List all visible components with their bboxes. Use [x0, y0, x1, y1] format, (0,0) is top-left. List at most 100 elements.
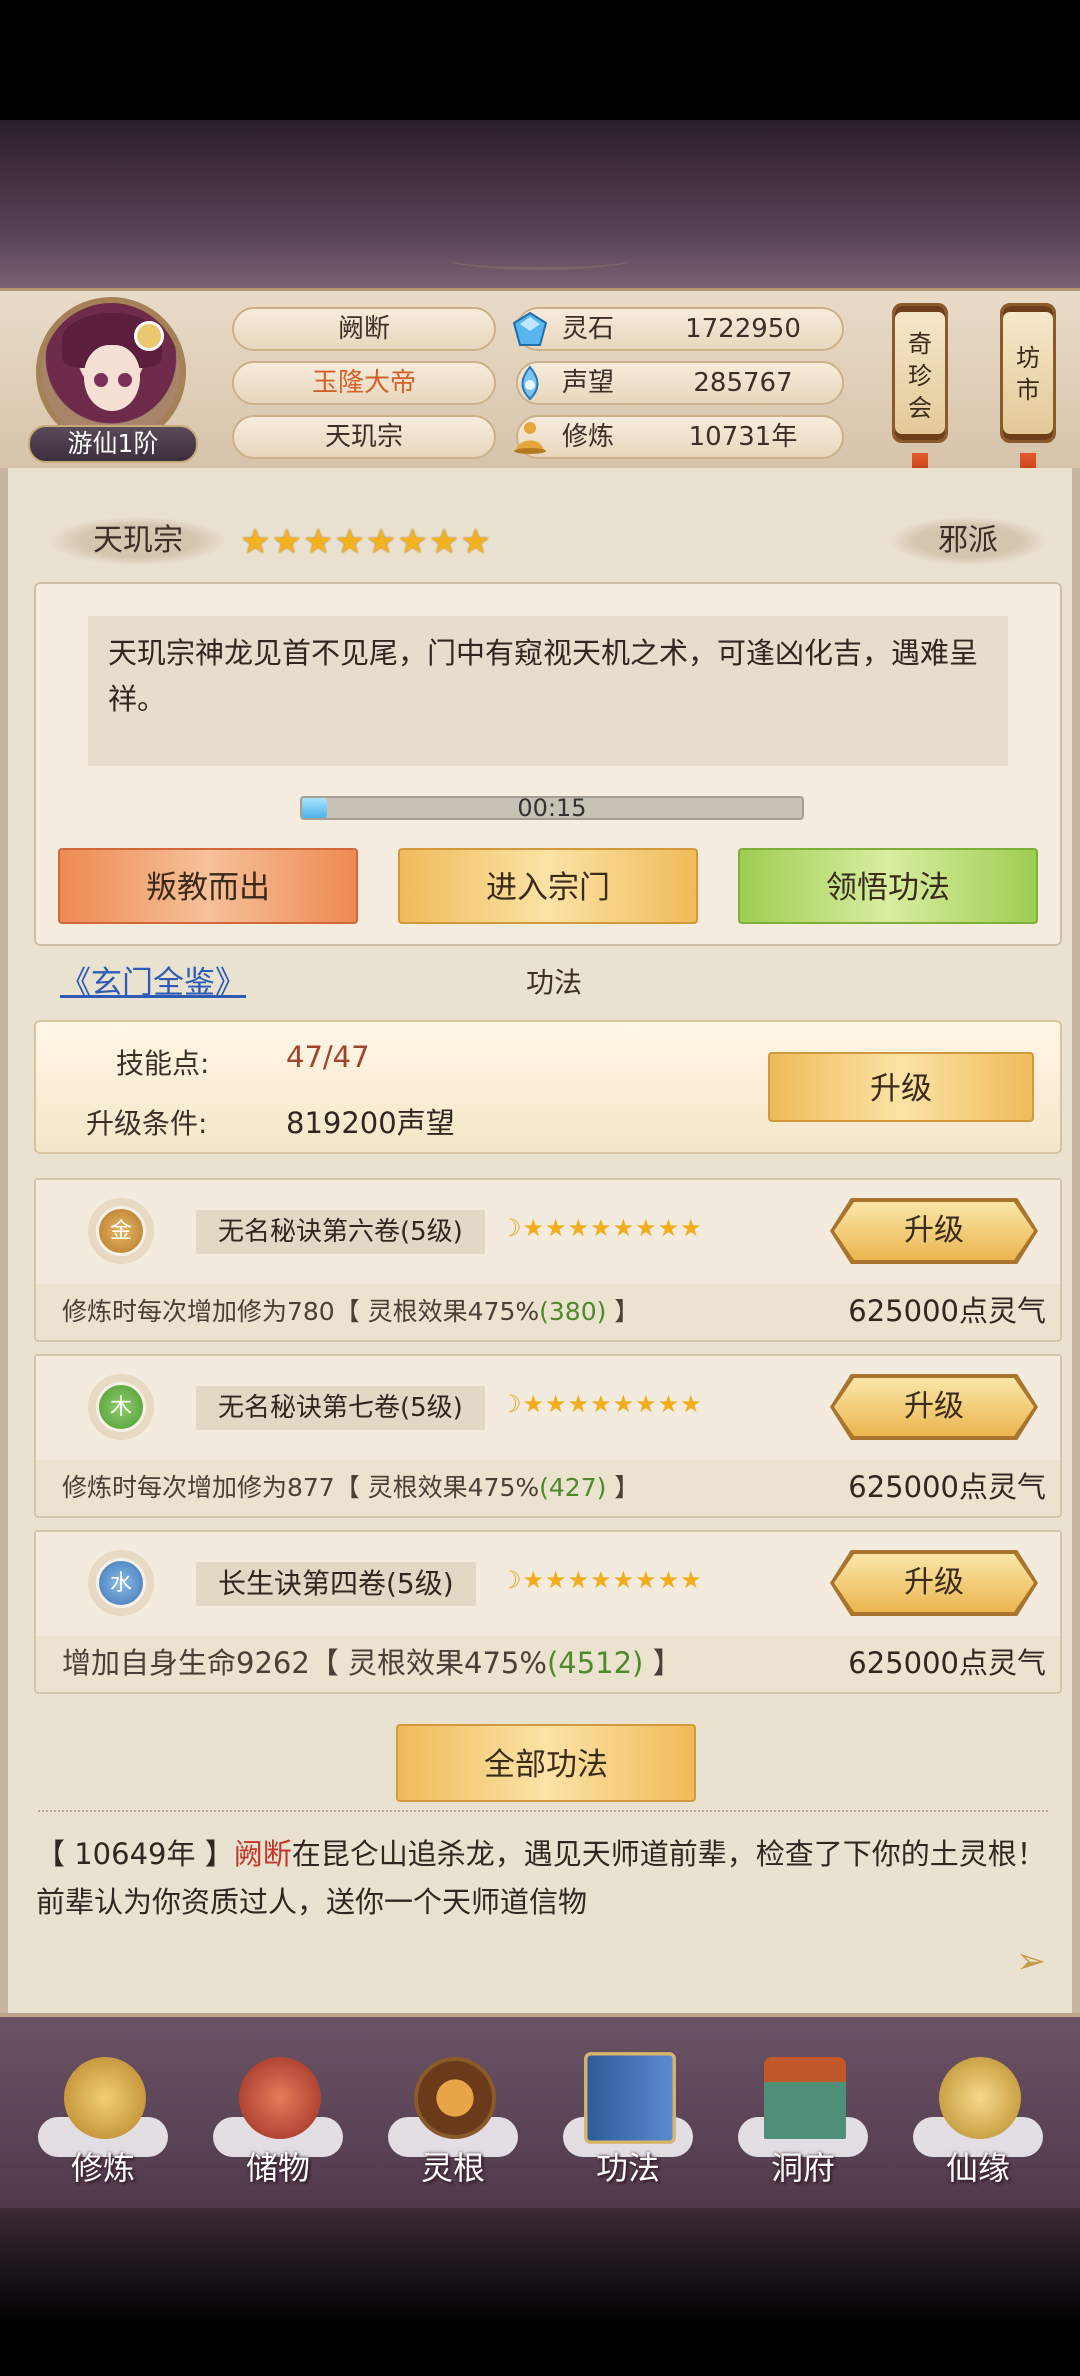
sect-alignment-tag: 邪派: [888, 516, 1048, 566]
skill-upgrade-button[interactable]: 升级: [834, 1378, 1034, 1436]
moon-icon: ☽: [500, 1214, 523, 1242]
sect-description-box: 天玑宗神龙见首不见尾，门中有窥视天机之术，可逢凶化吉，遇难呈祥。 00:15 叛…: [34, 582, 1062, 946]
skill-stars: ☽★★★★★★★★: [500, 1214, 703, 1242]
metal-element-icon: 金: [96, 1206, 146, 1256]
nav-cave-house[interactable]: 洞府: [728, 2057, 878, 2207]
skill-points-upgrade-button[interactable]: 升级: [768, 1052, 1034, 1122]
skill-points-label: 技能点:: [116, 1047, 210, 1080]
learn-skill-button[interactable]: 领悟功法: [738, 848, 1038, 924]
skill-card: 金 无名秘诀第六卷(5级) ☽★★★★★★★★ 升级 修炼时每次增加修为780【…: [34, 1178, 1062, 1342]
avatar-eye: [118, 373, 132, 387]
player-sect: 天玑宗: [232, 415, 496, 459]
skill-effect-bonus: (380): [539, 1297, 607, 1326]
sect-timer-progress: 00:15: [300, 794, 804, 822]
skill-book-icon: [584, 2052, 676, 2144]
log-player-name: 阙断: [233, 1837, 292, 1871]
skill-effect-text: 增加自身生命9262【 灵根效果475%: [62, 1646, 547, 1680]
timer-text: 00:15: [517, 794, 587, 822]
skill-name: 长生诀第四卷(5级): [196, 1562, 476, 1606]
upgrade-condition-label: 升级条件:: [86, 1107, 208, 1140]
resource-value: 10731年: [688, 422, 798, 452]
treasure-fair-label: 奇 珍 会: [908, 330, 932, 422]
moon-icon: ☽: [500, 1390, 523, 1418]
nav-skills[interactable]: 功法: [553, 2052, 703, 2207]
water-element-icon: 水: [96, 1558, 146, 1608]
cultivation-icon: [514, 422, 546, 454]
nav-cultivate[interactable]: 修炼: [28, 2057, 178, 2207]
resource-label: 灵石: [562, 314, 615, 344]
nav-fortune[interactable]: 仙缘: [903, 2057, 1053, 2207]
resource-label: 声望: [562, 368, 615, 398]
market-button[interactable]: 坊 市: [1000, 303, 1056, 443]
skill-effect-bonus: (427): [539, 1473, 607, 1502]
resource-value: 1722950: [685, 314, 801, 344]
storage-bag-icon: [239, 2057, 321, 2139]
player-title: 玉隆大帝: [232, 361, 496, 405]
skill-effect-end: 】: [606, 1473, 640, 1502]
nav-label: 功法: [595, 2149, 660, 2187]
skill-star-row: ★★★★★★★★: [522, 1390, 703, 1418]
cultivate-icon: [64, 2057, 146, 2139]
leave-sect-button[interactable]: 叛教而出: [58, 848, 358, 924]
market-label: 坊 市: [1016, 344, 1040, 404]
skill-effect: 修炼时每次增加修为877【 灵根效果475%(427) 】: [62, 1468, 639, 1504]
resource-reputation: 声望 285767: [516, 361, 844, 405]
resource-cultivation: 修炼 10731年: [514, 415, 844, 459]
skill-effect: 修炼时每次增加修为780【 灵根效果475%(380) 】: [62, 1292, 639, 1328]
nav-label: 储物: [245, 2149, 310, 2187]
enter-sect-button[interactable]: 进入宗门: [398, 848, 698, 924]
skill-effect-text: 修炼时每次增加修为877【 灵根效果475%: [62, 1473, 540, 1502]
skill-stars: ☽★★★★★★★★: [500, 1390, 703, 1418]
spirit-root-icon: [414, 2057, 496, 2139]
bottom-nav: 修炼 储物 灵根 功法 洞府 仙缘: [0, 2013, 1080, 2208]
wood-element-icon: 木: [96, 1382, 146, 1432]
resource-spirit-stone: 灵石 1722950: [512, 307, 844, 351]
nav-label: 灵根: [420, 2149, 485, 2187]
guide-link[interactable]: 《玄门全鉴》: [60, 958, 246, 1008]
skill-upgrade-button[interactable]: 升级: [834, 1202, 1034, 1260]
skill-star-row: ★★★★★★★★: [522, 1566, 703, 1594]
skill-effect-text: 修炼时每次增加修为780【 灵根效果475%: [62, 1297, 540, 1326]
skill-points-value: 47/47: [286, 1040, 370, 1074]
skill-star-row: ★★★★★★★★: [522, 1214, 703, 1242]
skill-effect-end: 】: [643, 1646, 682, 1680]
log-year: 【 10649年 】: [36, 1837, 234, 1871]
skill-card: 水 长生诀第四卷(5级) ☽★★★★★★★★ 升级 增加自身生命9262【 灵根…: [34, 1530, 1062, 1694]
bottom-bar-area: [0, 2208, 1080, 2376]
skills-subheader: 《玄门全鉴》 功法: [34, 958, 1062, 1008]
skill-effect-bonus: (4512): [546, 1646, 644, 1680]
treasure-fair-button[interactable]: 奇 珍 会: [892, 303, 948, 443]
next-arrow-icon[interactable]: ➢: [1016, 1944, 1052, 1980]
all-skills-button[interactable]: 全部功法: [396, 1724, 696, 1802]
sect-name-tag: 天玑宗: [48, 516, 228, 566]
avatar-eye: [94, 373, 108, 387]
upgrade-condition-value: 819200声望: [286, 1106, 455, 1140]
status-bar-area: [0, 0, 1080, 120]
sect-rating-stars: ★★★★★★★★: [240, 522, 492, 562]
nav-label: 洞府: [770, 2149, 835, 2187]
fortune-icon: [939, 2057, 1021, 2139]
skill-card: 木 无名秘诀第七卷(5级) ☽★★★★★★★★ 升级 修炼时每次增加修为877【…: [34, 1354, 1062, 1518]
skill-name: 无名秘诀第七卷(5级): [196, 1386, 485, 1430]
player-name: 阙断: [232, 307, 496, 351]
player-avatar[interactable]: 游仙1阶: [28, 295, 198, 465]
resource-value: 285767: [693, 368, 793, 398]
skill-cost: 625000点灵气: [848, 1646, 1046, 1680]
skill-stars: ☽★★★★★★★★: [500, 1566, 703, 1594]
sect-description: 天玑宗神龙见首不见尾，门中有窥视天机之术，可逢凶化吉，遇难呈祥。: [88, 616, 1008, 766]
nav-storage[interactable]: 储物: [203, 2057, 353, 2207]
top-ornament: [450, 250, 630, 270]
skills-section-title: 功法: [525, 966, 582, 999]
rank-badge: 游仙1阶: [28, 425, 198, 463]
nav-label: 仙缘: [945, 2149, 1010, 2187]
reputation-icon: [521, 365, 539, 401]
skill-effect-end: 】: [606, 1297, 640, 1326]
nav-spirit-root[interactable]: 灵根: [378, 2057, 528, 2207]
skill-upgrade-button[interactable]: 升级: [834, 1554, 1034, 1612]
resource-label: 修炼: [562, 422, 615, 452]
player-header: 游仙1阶 阙断 玉隆大帝 天玑宗 灵石 1722950 声望 285767 修炼…: [0, 288, 1080, 493]
event-log: 【 10649年 】阙断在昆仑山追杀龙，遇见天师道前辈，检查了下你的土灵根！前辈…: [36, 1830, 1046, 1926]
skill-effect: 增加自身生命9262【 灵根效果475%(4512) 】: [62, 1640, 682, 1682]
moon-icon: ☽: [500, 1566, 523, 1594]
hair-flower-icon: [134, 321, 164, 351]
